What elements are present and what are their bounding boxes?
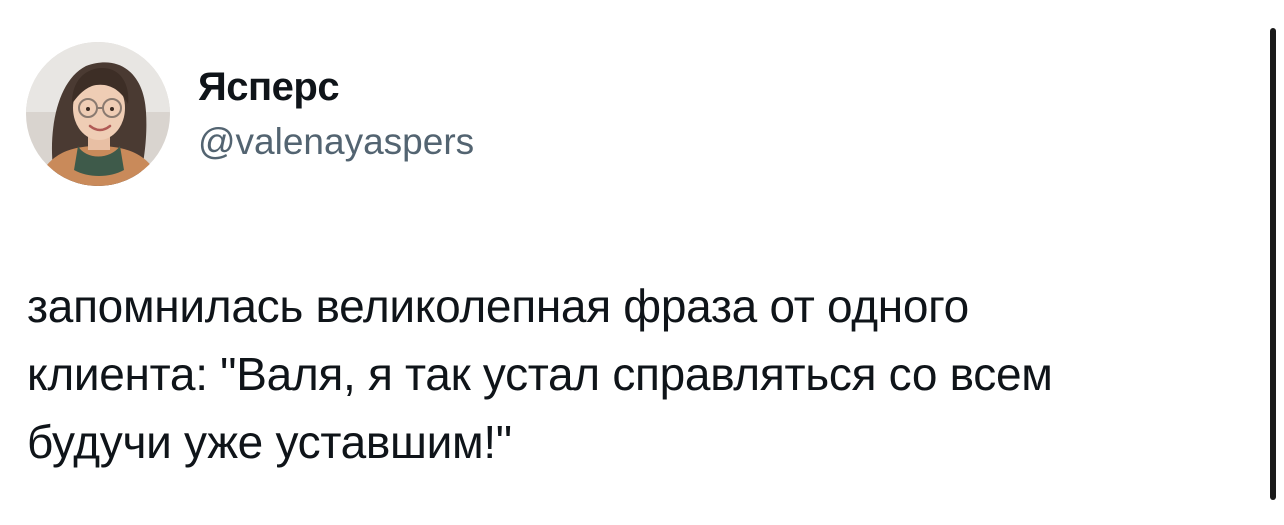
display-name[interactable]: Ясперс [198,62,474,112]
tweet-text: запомнилась великолепная фраза от одного… [27,280,1053,468]
author-names: Ясперс @valenayaspers [198,62,474,166]
avatar-photo-icon [26,42,170,186]
avatar[interactable] [26,42,170,186]
tweet-header: Ясперс @valenayaspers [26,42,474,186]
user-handle[interactable]: @valenayaspers [198,118,474,166]
scrollbar[interactable] [1270,28,1276,500]
tweet-card: Ясперс @valenayaspers запомнилась велико… [0,0,1284,525]
